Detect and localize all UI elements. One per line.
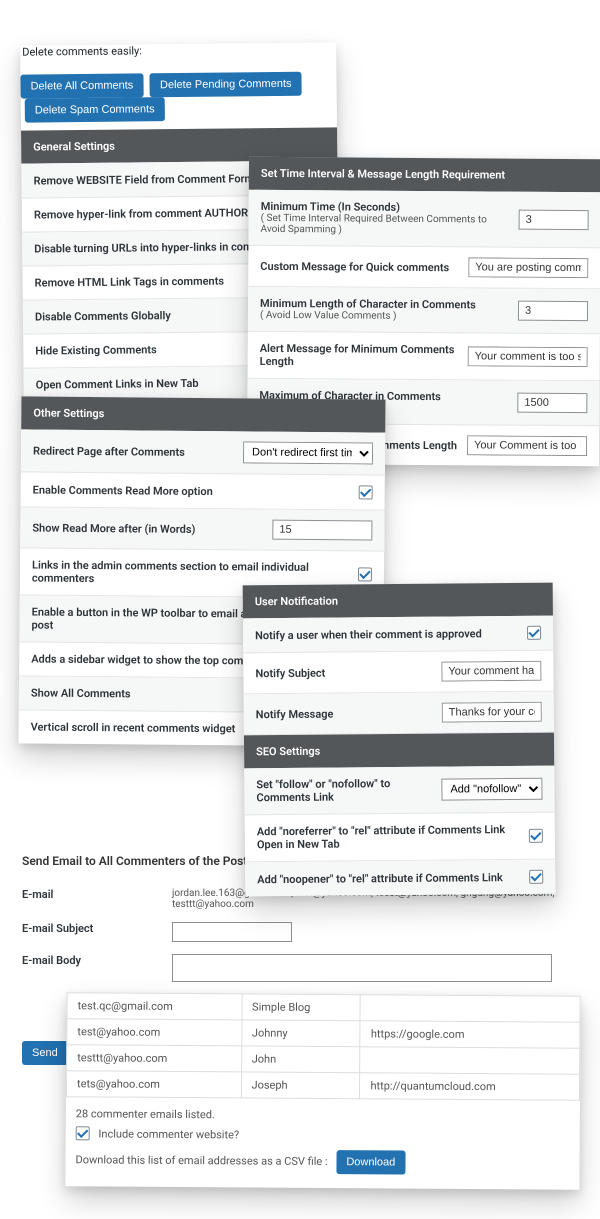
setting-label: Minimum Time (In Seconds)( Set Time Inte… (261, 200, 509, 237)
notify-subject-input[interactable] (441, 661, 541, 682)
time-interval-header: Set Time Interval & Message Length Requi… (249, 157, 600, 192)
setting-label: Add "noopener" to "rel" attribute if Com… (257, 870, 519, 885)
email-body-label: E-mail Body (22, 954, 152, 967)
setting-row: Custom Message for Quick comments (248, 246, 600, 289)
setting-label: Set "follow" or "nofollow" to Comments L… (256, 777, 431, 805)
notify-message-input[interactable] (442, 702, 542, 723)
setting-row: Show Read More after (in Words) (20, 507, 384, 551)
setting-label: Show Read More after (in Words) (32, 521, 262, 536)
download-button[interactable]: Download (336, 1150, 405, 1174)
setting-label: Redirect Page after Comments (33, 444, 233, 459)
follow-select[interactable]: Add "nofollow" (441, 778, 542, 801)
delete-pending-button[interactable]: Delete Pending Comments (150, 72, 302, 98)
setting-label: Minimum Length of Character in Comments(… (260, 297, 508, 323)
setting-label: Notify Subject (255, 665, 431, 680)
user-notification-header: User Notification (243, 583, 553, 619)
download-label: Download this list of email addresses as… (75, 1153, 327, 1168)
setting-row: Notify Message (244, 692, 554, 736)
setting-row: Notify a user when their comment is appr… (243, 616, 553, 654)
setting-row: Redirect Page after Comments Don't redir… (21, 429, 385, 475)
setting-row: Alert Message for Minimum Comments Lengt… (248, 332, 600, 381)
max-alert-input[interactable] (467, 435, 587, 456)
admin-email-link-checkbox[interactable] (358, 567, 372, 581)
table-row: testtt@yahoo.comJohn (67, 1045, 580, 1075)
email-body-input[interactable] (172, 954, 552, 982)
include-website-checkbox[interactable] (76, 1126, 90, 1140)
seo-settings-header: SEO Settings (244, 733, 554, 769)
noopener-checkbox[interactable] (529, 870, 543, 884)
email-subject-label: E-mail Subject (22, 922, 152, 935)
setting-label: Add "noreferrer" to "rel" attribute if C… (257, 823, 519, 851)
quick-msg-input[interactable] (468, 257, 588, 278)
table-row: tets@yahoo.comJosephhttp://quantumcloud.… (66, 1071, 579, 1101)
setting-row: Set "follow" or "nofollow" to Comments L… (244, 766, 554, 816)
noreferrer-checkbox[interactable] (529, 829, 543, 843)
min-time-input[interactable] (519, 209, 589, 229)
commenter-table-panel: test.qc@gmail.comSimple Blog test@yahoo.… (65, 992, 580, 1190)
setting-row: Add "noopener" to "rel" attribute if Com… (245, 860, 555, 897)
redirect-select[interactable]: Don't redirect first time commenters (243, 441, 373, 464)
setting-row: Notify Subject (243, 651, 553, 695)
max-length-input[interactable] (517, 393, 587, 413)
send-button[interactable]: Send (22, 1041, 68, 1065)
email-label: E-mail (22, 888, 152, 901)
delete-all-button[interactable]: Delete All Comments (20, 73, 143, 98)
setting-row: Enable Comments Read More option (21, 472, 385, 510)
emails-listed-caption: 28 commenter emails listed. (66, 1097, 580, 1130)
delete-intro: Delete comments easily: (20, 42, 336, 64)
min-alert-input[interactable] (468, 346, 588, 367)
setting-label: Links in the admin comments section to e… (32, 559, 348, 588)
notification-seo-panel: User Notification Notify a user when the… (243, 583, 556, 897)
table-row: test@yahoo.comJohnnyhttps://google.com (67, 1019, 580, 1049)
include-website-label: Include commenter website? (98, 1127, 239, 1141)
readmore-checkbox[interactable] (359, 485, 373, 499)
setting-label: Custom Message for Quick comments (260, 259, 458, 273)
setting-label: Alert Message for Minimum Comments Lengt… (260, 342, 458, 369)
other-settings-header: Other Settings (21, 396, 385, 432)
email-subject-input[interactable] (172, 922, 292, 942)
setting-row: Minimum Length of Character in Comments(… (248, 287, 600, 334)
setting-label: Notify a user when their comment is appr… (255, 626, 517, 641)
setting-row: Minimum Time (In Seconds)( Set Time Inte… (248, 190, 600, 248)
min-length-input[interactable] (518, 301, 588, 321)
delete-buttons-row: Delete All Comments Delete Pending Comme… (20, 71, 337, 130)
setting-row: Add "noreferrer" to "rel" attribute if C… (245, 813, 555, 863)
commenter-table: test.qc@gmail.comSimple Blog test@yahoo.… (66, 992, 581, 1101)
setting-label: Notify Message (256, 706, 432, 721)
notify-approved-checkbox[interactable] (527, 626, 541, 640)
setting-label: Enable Comments Read More option (33, 483, 349, 499)
readmore-words-input[interactable] (272, 520, 372, 541)
table-row: test.qc@gmail.comSimple Blog (67, 993, 580, 1023)
delete-spam-button[interactable]: Delete Spam Comments (25, 97, 165, 122)
